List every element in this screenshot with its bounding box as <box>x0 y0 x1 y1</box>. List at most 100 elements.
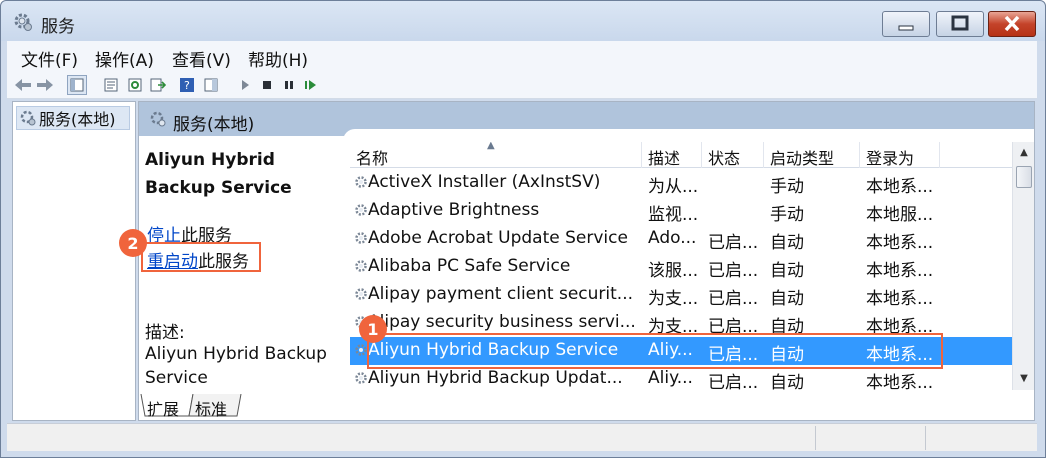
cell-desc: 该服... <box>648 261 699 281</box>
restart-service-icon[interactable] <box>301 75 321 95</box>
cell-name: Adaptive Brightness <box>368 200 540 220</box>
table-row[interactable]: Alibaba PC Safe Service 该服... 已启... 自动 本地系..… <box>350 253 1014 281</box>
minimize-button[interactable] <box>882 11 930 37</box>
cell-logon: 本地系... <box>866 289 934 309</box>
export-list-icon[interactable] <box>148 75 168 95</box>
column-description-label: 描述 <box>648 149 681 168</box>
tree-item-services-local[interactable]: 服务(本地) <box>16 106 130 130</box>
services-gear-icon <box>14 13 32 31</box>
table-row[interactable]: Adaptive Brightness 监视... 手动 本地服... <box>350 197 1014 225</box>
service-gear-icon <box>355 372 367 384</box>
cell-name: ActiveX Installer (AxInstSV) <box>368 172 601 192</box>
table-row[interactable]: Adobe Acrobat Update Service Ado... 已启... 自… <box>350 225 1014 253</box>
services-gear-icon <box>20 110 36 126</box>
cell-startup: 自动 <box>770 261 804 281</box>
cell-logon: 本地系... <box>866 373 934 390</box>
service-gear-icon <box>355 176 367 188</box>
cell-name: Alipay payment client securit... <box>368 284 634 304</box>
services-pane: 服务(本地) Aliyun Hybrid Backup Service 停止此服… <box>138 101 1035 421</box>
column-name[interactable]: 名称 <box>350 142 642 168</box>
tab-extended[interactable]: 扩展 <box>147 396 179 420</box>
cell-desc: Aliy... <box>648 368 693 388</box>
cell-logon: 本地系... <box>866 177 934 197</box>
cell-logon: 本地服... <box>866 205 934 225</box>
cell-desc: Ado... <box>648 228 697 248</box>
table-row[interactable]: Alipay payment client securit... 为支... 已启.… <box>350 281 1014 309</box>
maximize-button[interactable] <box>936 11 984 37</box>
menu-bar: 文件(F) 操作(A) 查看(V) 帮助(H) <box>7 41 1037 71</box>
refresh-icon[interactable] <box>125 75 145 95</box>
stop-service-icon[interactable] <box>257 75 277 95</box>
status-bar <box>7 423 1037 451</box>
start-service-icon[interactable] <box>235 75 255 95</box>
pane-header-title: 服务(本地) <box>173 115 255 135</box>
cell-startup: 自动 <box>770 373 804 390</box>
column-name-label: 名称 <box>356 149 389 168</box>
column-status[interactable]: 状态 <box>702 142 764 168</box>
callout-box-selected-service <box>367 333 943 369</box>
cell-status: 已启... <box>708 261 759 281</box>
service-gear-icon <box>355 344 367 356</box>
toolbar: ? <box>7 71 1037 99</box>
cell-startup: 手动 <box>770 205 804 225</box>
minimize-icon <box>898 25 914 31</box>
svg-text:?: ? <box>184 79 190 92</box>
cell-desc: 为从... <box>648 177 699 197</box>
maximize-icon <box>951 15 969 31</box>
cell-logon: 本地系... <box>866 261 934 281</box>
title-bar[interactable]: 服务 <box>1 1 1045 41</box>
window-title: 服务 <box>41 17 75 37</box>
pause-service-icon[interactable] <box>279 75 299 95</box>
column-log-on-as-label: 登录为 <box>866 149 915 168</box>
status-separator <box>925 426 926 450</box>
back-icon[interactable] <box>13 75 33 95</box>
console-tree-icon[interactable] <box>67 75 87 95</box>
service-gear-icon <box>355 204 367 216</box>
column-log-on-as[interactable]: 登录为 <box>860 142 940 168</box>
scroll-down-icon[interactable]: ▼ <box>1013 368 1035 388</box>
menu-view[interactable]: 查看(V) <box>172 46 231 71</box>
cell-desc: 为支... <box>648 289 699 309</box>
cell-startup: 自动 <box>770 233 804 253</box>
table-row[interactable]: ActiveX Installer (AxInstSV) 为从... 手动 本地系..… <box>350 169 1014 197</box>
pane-header-curve <box>343 129 1034 143</box>
cell-status: 已启... <box>708 233 759 253</box>
properties-icon[interactable] <box>101 75 121 95</box>
console-tree: 服务(本地) <box>12 101 136 421</box>
show-hide-action-pane-icon[interactable] <box>201 75 221 95</box>
selected-service-name: Aliyun Hybrid Backup Service <box>145 150 292 198</box>
view-tabs: 扩展 标准 <box>139 394 1034 420</box>
callout-box-restart <box>141 242 261 272</box>
description-text: Aliyun Hybrid Backup Service <box>145 344 327 388</box>
scroll-up-icon[interactable]: ▲ <box>1013 142 1035 162</box>
column-description[interactable]: 描述 <box>642 142 702 168</box>
vertical-scrollbar[interactable]: ▲ ▼ <box>1012 142 1034 390</box>
help-icon[interactable]: ? <box>177 75 197 95</box>
close-button[interactable] <box>988 11 1036 37</box>
services-gear-icon <box>150 111 166 127</box>
service-gear-icon <box>355 232 367 244</box>
cell-name: Adobe Acrobat Update Service <box>368 228 628 248</box>
services-window: 服务 文件(F) 操作(A) 查看(V) 帮助(H) ? 服务(本地) 服务(本… <box>0 0 1046 458</box>
callout-badge-1: 1 <box>359 315 387 343</box>
cell-desc: 监视... <box>648 205 699 225</box>
service-gear-icon <box>355 260 367 272</box>
menu-file[interactable]: 文件(F) <box>21 46 78 71</box>
cell-logon: 本地系... <box>866 233 934 253</box>
menu-action[interactable]: 操作(A) <box>95 46 154 71</box>
cell-name: Alibaba PC Safe Service <box>368 256 571 276</box>
column-startup-type[interactable]: 启动类型 <box>764 142 860 168</box>
scrollbar-thumb[interactable] <box>1016 166 1032 188</box>
tab-standard[interactable]: 标准 <box>195 396 227 420</box>
menu-help[interactable]: 帮助(H) <box>248 46 308 71</box>
tree-item-label: 服务(本地) <box>39 110 116 129</box>
cell-name: Aliyun Hybrid Backup Updat... <box>368 368 623 388</box>
forward-icon[interactable] <box>35 75 55 95</box>
column-startup-type-label: 启动类型 <box>770 149 835 168</box>
cell-status: 已启... <box>708 373 759 390</box>
callout-badge-2: 2 <box>119 229 147 257</box>
cell-startup: 手动 <box>770 177 804 197</box>
close-icon <box>1004 15 1020 32</box>
description-label: 描述: <box>145 323 185 343</box>
cell-startup: 自动 <box>770 289 804 309</box>
